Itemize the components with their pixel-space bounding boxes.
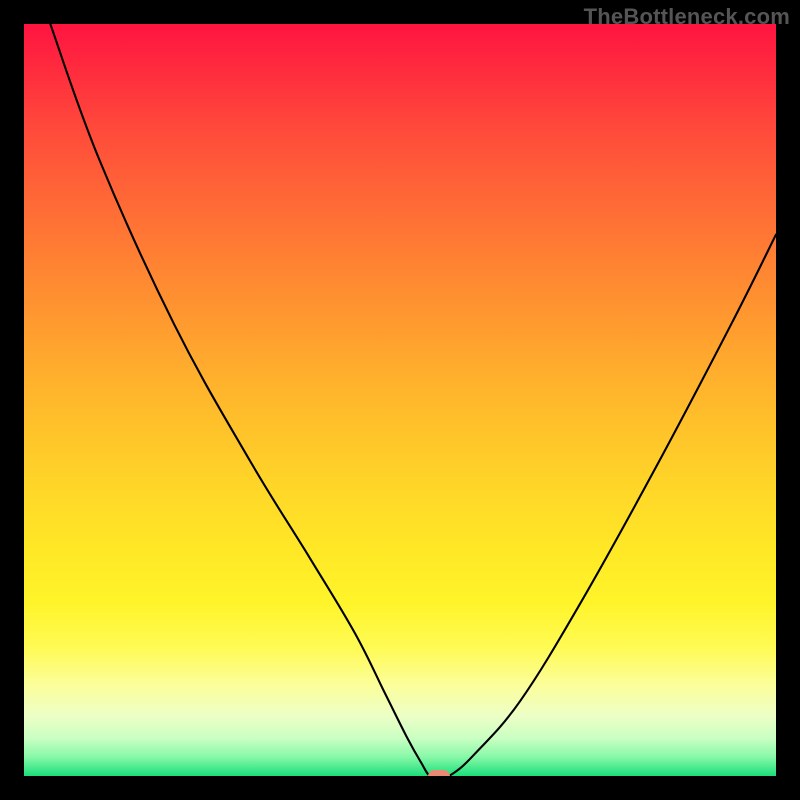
chart-frame: TheBottleneck.com [0, 0, 800, 800]
bottleneck-curve [50, 24, 776, 776]
optimum-marker [428, 770, 450, 777]
curve-svg [24, 24, 776, 776]
plot-area [24, 24, 776, 776]
watermark-text: TheBottleneck.com [584, 4, 790, 30]
